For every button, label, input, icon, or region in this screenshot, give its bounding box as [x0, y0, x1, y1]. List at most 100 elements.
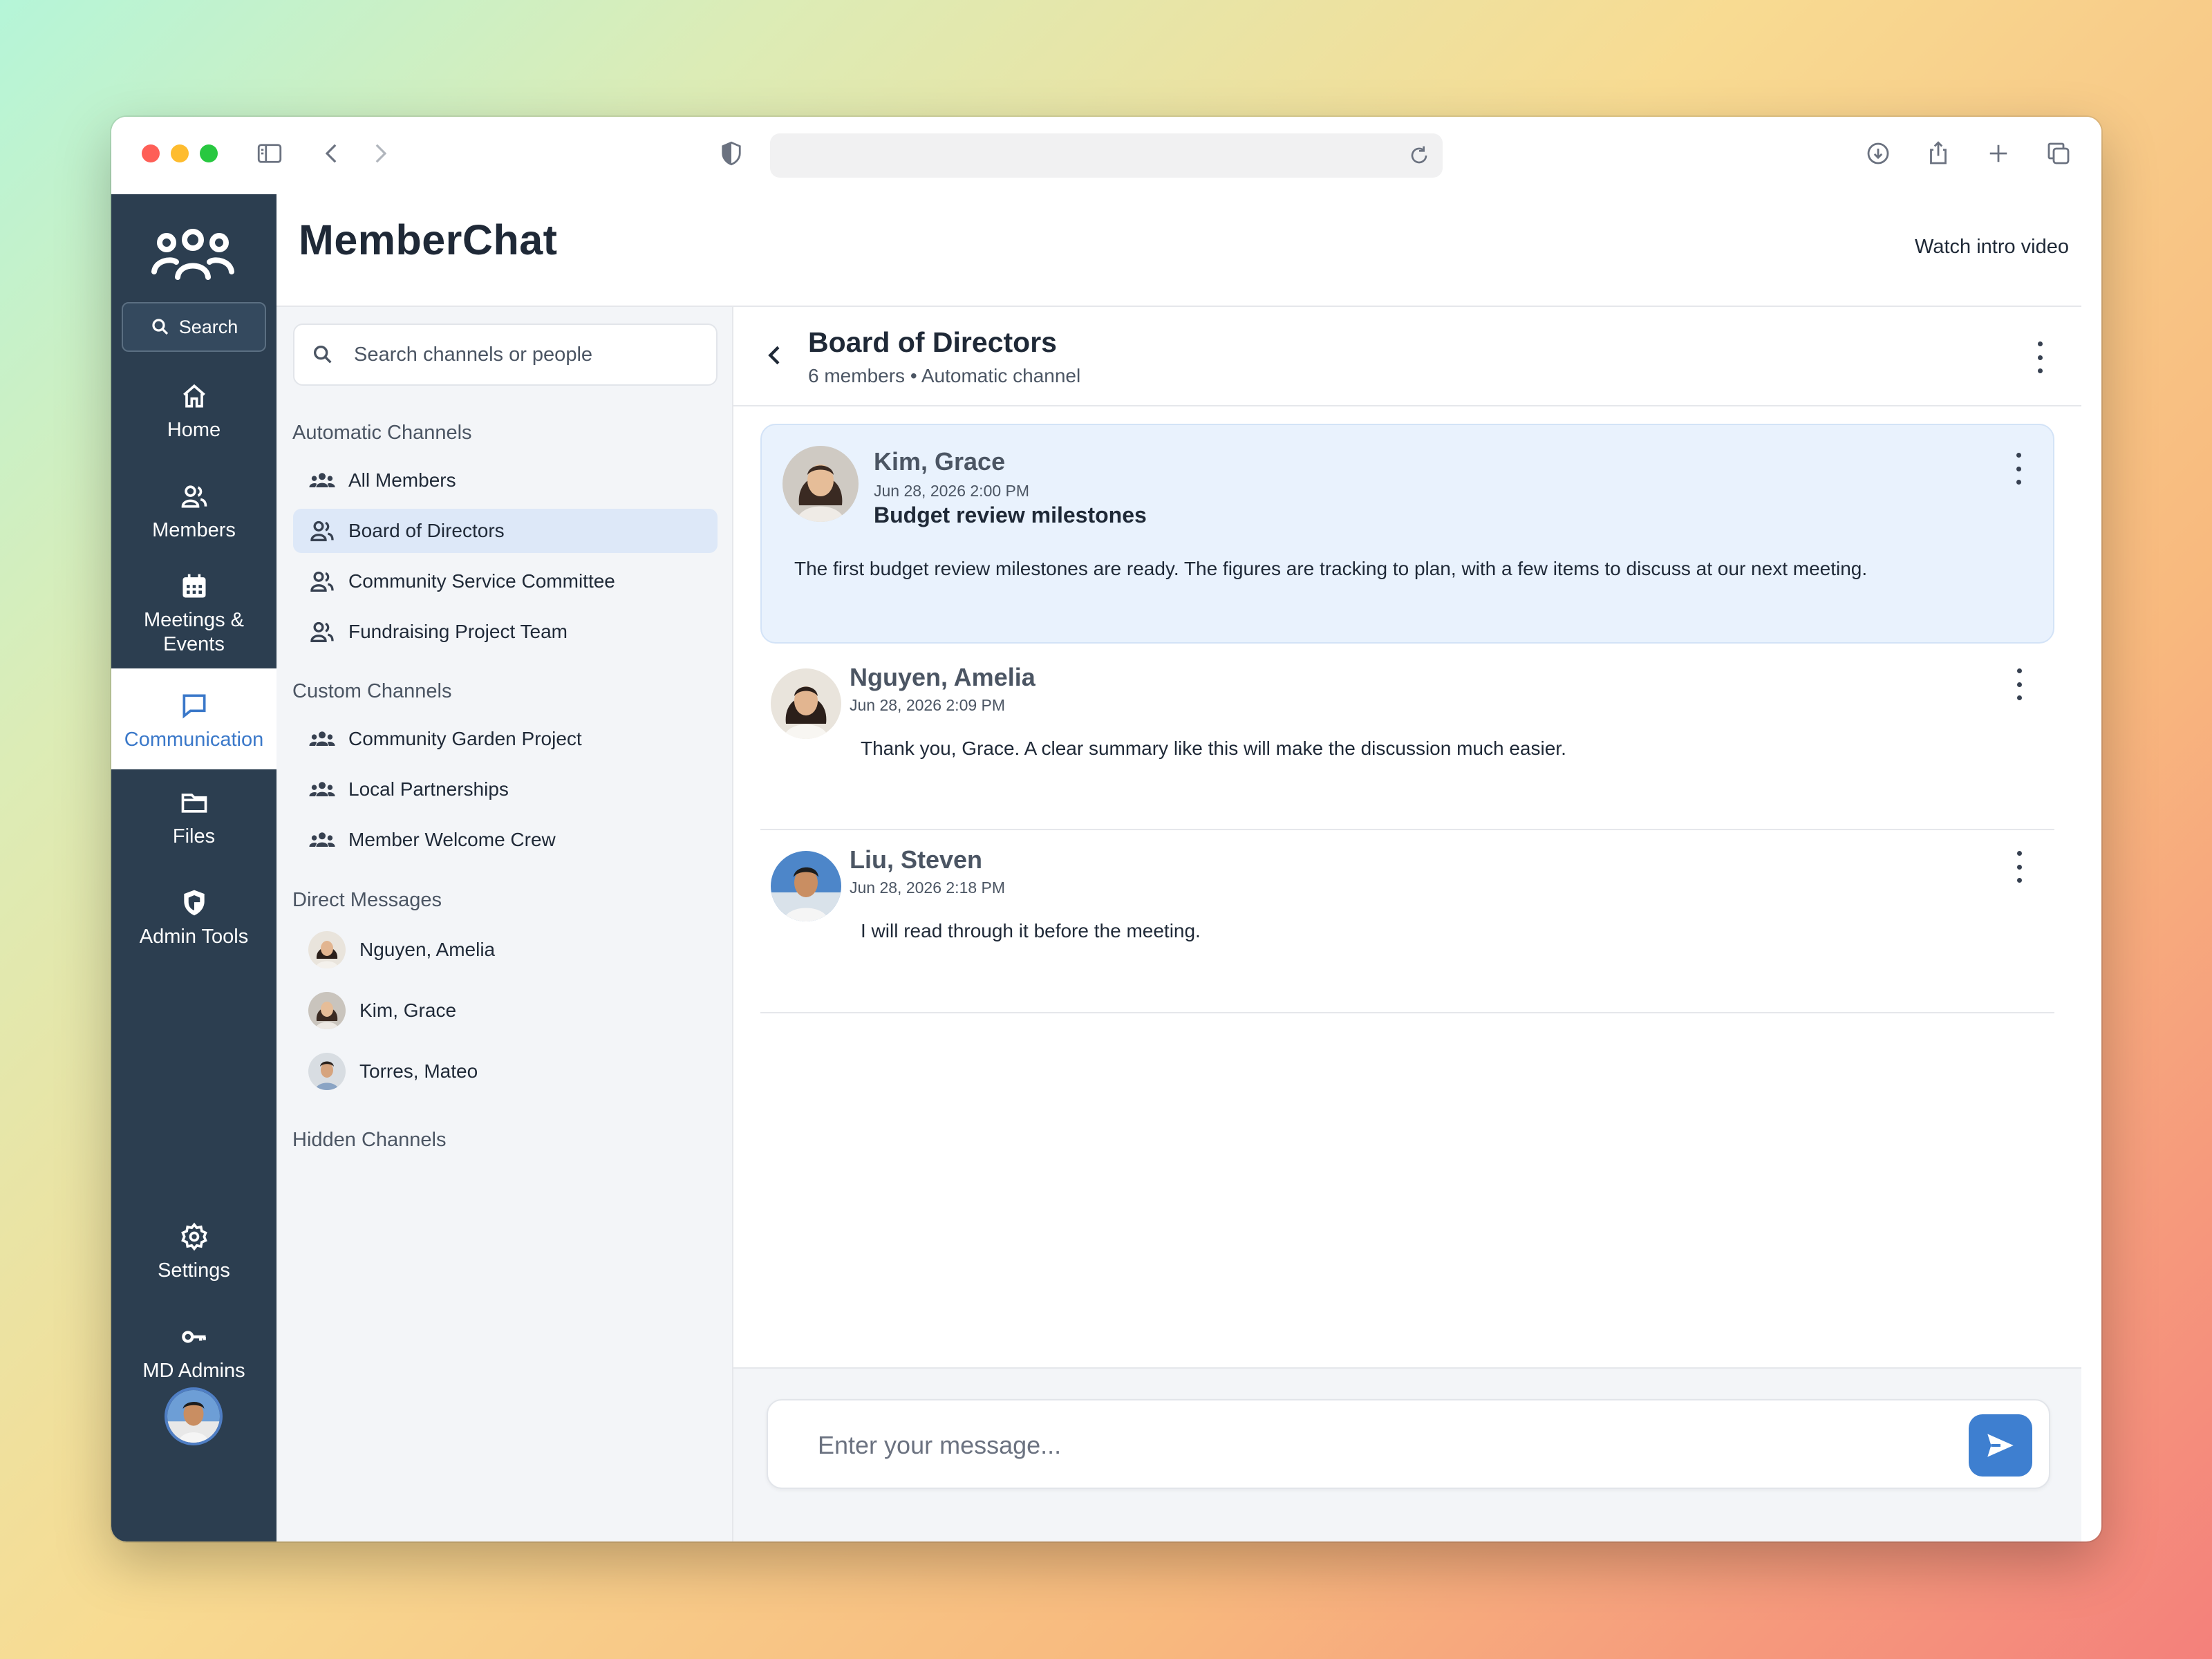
nav-meetings-events[interactable]: Meetings & Events	[111, 571, 276, 657]
channel-label: All Members	[348, 469, 456, 491]
people-icon	[310, 571, 334, 592]
nav-meetings-label: Meetings & Events	[143, 609, 245, 655]
nav-files-label: Files	[172, 825, 216, 847]
watch-intro-video-link[interactable]: Watch intro video	[1915, 236, 2069, 259]
channel-list-panel: Search channels or people Automatic Chan…	[276, 307, 733, 1541]
message-menu-icon[interactable]	[2015, 851, 2023, 883]
nav-md-admins-label: MD Admins	[142, 1360, 245, 1382]
message-menu-icon[interactable]	[2014, 453, 2023, 485]
browser-toolbar	[111, 117, 2101, 194]
message-body: The first budget review milestones are r…	[794, 558, 1868, 579]
message-body: Thank you, Grace. A clear summary like t…	[861, 738, 1566, 759]
channel-item-community-garden-project[interactable]: Community Garden Project	[293, 717, 718, 761]
conversation-title: Board of Directors	[808, 326, 1057, 358]
search-icon	[152, 319, 168, 335]
message-card: Nguyen, Amelia Jun 28, 2026 2:09 PM Than…	[760, 653, 2054, 830]
message-input[interactable]	[818, 1421, 1924, 1470]
channel-label: Fundraising Project Team	[348, 621, 568, 642]
app-logo-icon	[151, 229, 234, 280]
download-icon[interactable]	[1862, 138, 1894, 169]
sidebar-toggle-icon[interactable]	[254, 138, 285, 169]
calendar-icon	[182, 574, 205, 598]
message-timestamp: Jun 28, 2026 2:00 PM	[874, 482, 1030, 500]
custom-channels-heading: Custom Channels	[292, 680, 452, 702]
send-button[interactable]	[1969, 1414, 2032, 1477]
tab-overview-icon[interactable]	[2043, 138, 2074, 169]
channel-label: Board of Directors	[348, 520, 505, 541]
nav-settings[interactable]: Settings	[111, 1221, 276, 1283]
new-tab-icon[interactable]	[1983, 138, 2014, 169]
search-icon	[313, 345, 332, 364]
close-window-button[interactable]	[142, 144, 160, 162]
dm-label: Torres, Mateo	[359, 1060, 478, 1082]
conversation-subtitle: 6 members • Automatic channel	[808, 365, 1081, 386]
nav-communication[interactable]: Communication	[111, 668, 276, 769]
privacy-shield-icon[interactable]	[715, 138, 747, 169]
message-author: Liu, Steven	[850, 845, 983, 874]
dm-item-torres-mateo[interactable]: Torres, Mateo	[293, 1049, 718, 1094]
nav-files[interactable]: Files	[111, 787, 276, 849]
back-nav-icon[interactable]	[316, 138, 348, 169]
message-timestamp: Jun 28, 2026 2:09 PM	[850, 696, 1006, 714]
zoom-window-button[interactable]	[200, 144, 218, 162]
avatar	[308, 1053, 346, 1090]
send-icon	[1987, 1434, 2014, 1457]
address-bar[interactable]	[770, 133, 1443, 178]
current-user-avatar[interactable]	[165, 1387, 223, 1445]
dm-label: Kim, Grace	[359, 1000, 457, 1021]
dm-item-nguyen-amelia[interactable]: Nguyen, Amelia	[293, 928, 718, 972]
message-author: Kim, Grace	[874, 447, 1006, 476]
folder-icon	[181, 794, 207, 813]
avatar	[308, 992, 346, 1029]
message-author: Nguyen, Amelia	[850, 663, 1035, 691]
app-title: MemberChat	[299, 216, 558, 263]
channel-label: Community Garden Project	[348, 728, 582, 749]
channel-label: Local Partnerships	[348, 778, 509, 800]
channel-item-member-welcome-crew[interactable]: Member Welcome Crew	[293, 818, 718, 862]
conversation-header: Board of Directors 6 members • Automatic…	[733, 307, 2081, 406]
channel-item-fundraising-project-team[interactable]: Fundraising Project Team	[293, 610, 718, 654]
conversation-menu-icon[interactable]	[2036, 341, 2044, 373]
channel-item-board-of-directors[interactable]: Board of Directors	[293, 509, 718, 553]
channel-label: Community Service Committee	[348, 570, 615, 592]
nav-admin-tools-label: Admin Tools	[139, 926, 249, 948]
forward-nav-icon[interactable]	[364, 138, 396, 169]
dm-item-kim-grace[interactable]: Kim, Grace	[293, 988, 718, 1033]
composer-area	[733, 1367, 2081, 1541]
dm-label: Nguyen, Amelia	[359, 939, 496, 960]
nav-communication-label: Communication	[124, 728, 264, 751]
share-icon[interactable]	[1922, 138, 1954, 169]
nav-admin-tools[interactable]: Admin Tools	[111, 888, 276, 949]
app-sidebar: Search Home Members Meetings & Events Co…	[111, 194, 276, 1541]
direct-messages-heading: Direct Messages	[292, 889, 442, 911]
nav-members[interactable]: Members	[111, 481, 276, 543]
back-arrow-icon[interactable]	[761, 341, 789, 369]
channel-item-community-service-committee[interactable]: Community Service Committee	[293, 559, 718, 603]
group-icon	[309, 731, 335, 746]
channel-item-local-partnerships[interactable]: Local Partnerships	[293, 767, 718, 812]
channel-item-all-members[interactable]: All Members	[293, 458, 718, 503]
message-card: Kim, Grace Jun 28, 2026 2:00 PM Budget r…	[760, 424, 2054, 644]
sidebar-search-label: Search	[178, 316, 238, 337]
nav-home[interactable]: Home	[111, 381, 276, 442]
nav-members-label: Members	[152, 519, 236, 541]
channel-search-field[interactable]: Search channels or people	[293, 324, 718, 386]
group-icon	[309, 782, 335, 796]
avatar	[771, 668, 841, 739]
group-icon	[309, 832, 335, 847]
chat-icon	[182, 694, 205, 719]
reload-icon[interactable]	[1405, 142, 1433, 169]
minimize-window-button[interactable]	[171, 144, 189, 162]
message-timestamp: Jun 28, 2026 2:18 PM	[850, 879, 1006, 897]
automatic-channels-heading: Automatic Channels	[292, 422, 472, 444]
people-icon	[310, 521, 334, 541]
shield-icon	[183, 890, 205, 916]
message-menu-icon[interactable]	[2015, 668, 2023, 700]
hidden-channels-heading[interactable]: Hidden Channels	[292, 1129, 446, 1152]
sidebar-search-button[interactable]: Search	[122, 302, 266, 352]
browser-window: Search Home Members Meetings & Events Co…	[111, 117, 2101, 1541]
channel-search-placeholder: Search channels or people	[354, 343, 593, 366]
home-icon	[182, 384, 205, 408]
nav-md-admins[interactable]: MD Admins	[111, 1322, 276, 1383]
nav-settings-label: Settings	[158, 1259, 230, 1282]
